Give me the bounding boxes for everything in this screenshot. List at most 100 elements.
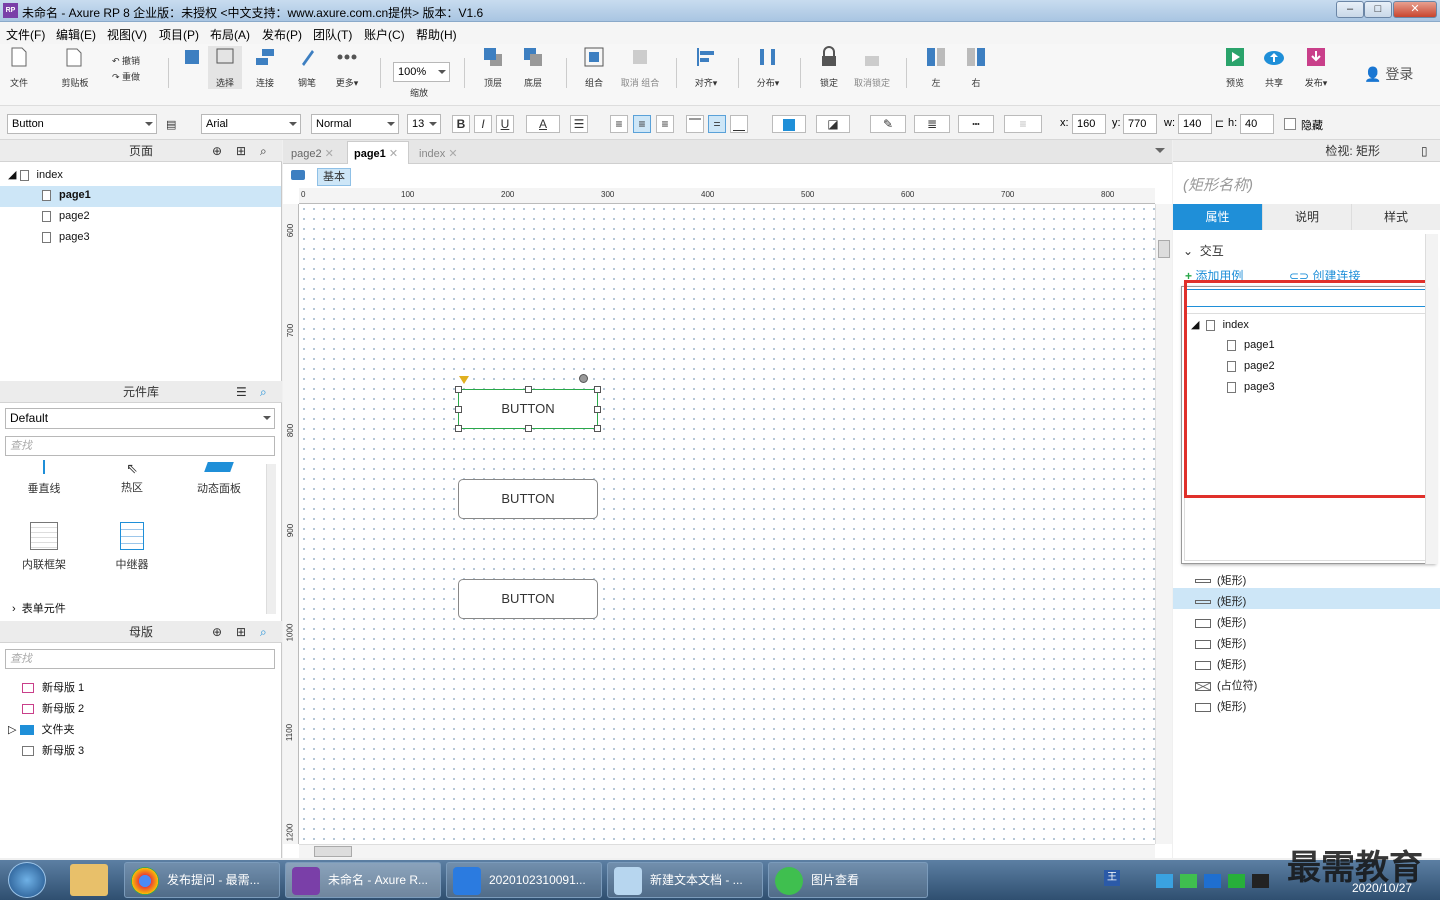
close-button[interactable]: ✕ — [1393, 1, 1437, 18]
widget-vertical-line[interactable]: 垂直线 — [22, 460, 66, 496]
resize-handle[interactable] — [525, 425, 532, 432]
pen-button[interactable]: 钢笔 — [294, 46, 320, 89]
menu-project[interactable]: 项目(P) — [159, 26, 199, 43]
line-width-button[interactable]: ≣ — [914, 115, 950, 133]
font-family-select[interactable]: Arial — [201, 114, 301, 134]
interaction-section[interactable]: ⌄ 交互 — [1183, 242, 1224, 259]
start-button[interactable] — [8, 862, 46, 898]
resize-handle[interactable] — [525, 386, 532, 393]
vertical-scrollbar[interactable] — [1155, 204, 1172, 844]
h-input[interactable]: 40 — [1240, 114, 1274, 134]
italic-button[interactable]: I — [474, 115, 492, 133]
minimize-button[interactable]: – — [1336, 1, 1364, 18]
layer-item[interactable]: (矩形) — [1195, 572, 1246, 588]
tab-index[interactable]: index ✕ — [413, 143, 471, 164]
menu-help[interactable]: 帮助(H) — [416, 26, 457, 43]
y-input[interactable]: 770 — [1123, 114, 1157, 134]
bring-to-front-button[interactable]: 顶层 — [480, 46, 506, 89]
underline-button[interactable]: U — [496, 115, 514, 133]
taskbar-item-axure[interactable]: 未命名 - Axure R... — [285, 862, 441, 898]
library-scrollbar[interactable] — [266, 464, 276, 614]
valign-middle-button[interactable]: = — [708, 115, 726, 133]
corner-radius-handle-icon[interactable] — [459, 376, 469, 384]
right-panel-button[interactable]: 右 — [964, 46, 988, 89]
shadow-button[interactable]: ◪ — [816, 115, 850, 133]
ungroup-button[interactable]: 取消 组合 — [618, 46, 662, 89]
select-mode-button[interactable]: 选择 — [208, 46, 242, 89]
search-icon[interactable]: ⌕ — [260, 621, 267, 643]
rotate-handle-icon[interactable] — [579, 374, 588, 383]
button-widget[interactable]: BUTTON — [458, 579, 598, 619]
font-color-button[interactable]: A — [526, 115, 560, 133]
maximize-button[interactable]: □ — [1364, 1, 1392, 18]
search-icon[interactable]: ⌕ — [260, 140, 267, 162]
left-panel-button[interactable]: 左 — [924, 46, 948, 89]
master-folder[interactable]: ▷ 文件夹 — [8, 721, 75, 737]
file-button[interactable]: 文件 — [6, 46, 32, 89]
shape-name-input[interactable]: (矩形名称) — [1183, 174, 1253, 195]
share-button[interactable]: 共享 — [1260, 46, 1288, 89]
publish-button[interactable]: 发布▾ — [1300, 46, 1332, 89]
align-center-button[interactable]: ≡ — [633, 115, 651, 133]
bold-button[interactable]: B — [452, 115, 470, 133]
master-item[interactable]: 新母版 2 — [22, 700, 84, 716]
x-input[interactable]: 160 — [1072, 114, 1106, 134]
line-color-button[interactable]: ✎ — [870, 115, 906, 133]
menu-view[interactable]: 视图(V) — [107, 26, 147, 43]
tray-icons[interactable] — [1156, 874, 1276, 888]
preview-button[interactable]: 预览 — [1222, 46, 1248, 89]
widget-inline-frame[interactable]: 内联框架 — [20, 522, 68, 572]
design-canvas[interactable]: 基本 0 100 200 300 400 500 600 700 800 600… — [283, 164, 1172, 858]
valign-bottom-button[interactable]: ⎽ — [730, 115, 748, 133]
add-master-icon[interactable]: ⊕ — [212, 621, 222, 643]
tab-properties[interactable]: 属性 — [1173, 204, 1262, 230]
menu-publish[interactable]: 发布(P) — [262, 26, 302, 43]
arrow-style-button[interactable]: ≡ — [1004, 115, 1042, 133]
close-icon[interactable]: ✕ — [325, 148, 334, 160]
tab-page2[interactable]: page2 ✕ — [285, 143, 345, 164]
master-item[interactable]: 新母版 1 — [22, 679, 84, 695]
add-folder-icon[interactable]: ⊞ — [236, 140, 246, 162]
adaptive-view-base[interactable]: 基本 — [317, 168, 351, 186]
taskbar-item-chrome[interactable]: 发布提问 - 最需... — [124, 862, 280, 898]
layer-item[interactable]: (占位符) — [1195, 677, 1257, 693]
style-editor-icon[interactable]: ▤ — [166, 118, 176, 131]
unlock-button[interactable]: 取消锁定 — [852, 46, 892, 89]
font-weight-select[interactable]: Normal — [311, 114, 399, 134]
redo-button[interactable]: ↷ 重做 — [112, 70, 140, 83]
line-pattern-button[interactable]: ┅ — [958, 115, 994, 133]
tab-list-dropdown-icon[interactable] — [1155, 148, 1165, 153]
resize-handle[interactable] — [594, 406, 601, 413]
layer-item-selected[interactable]: (矩形) — [1195, 593, 1246, 609]
align-button[interactable]: 对齐▾ — [690, 46, 722, 89]
menu-icon[interactable]: ☰ — [236, 381, 247, 403]
layer-item[interactable]: (矩形) — [1195, 635, 1246, 651]
align-left-button[interactable]: ≡ — [610, 115, 628, 133]
tab-page1[interactable]: page1 ✕ — [347, 141, 409, 164]
distribute-button[interactable]: 分布▾ — [752, 46, 784, 89]
resize-handle[interactable] — [594, 425, 601, 432]
layer-item[interactable]: (矩形) — [1195, 614, 1246, 630]
master-item[interactable]: 新母版 3 — [22, 742, 84, 758]
login-button[interactable]: 👤 登录 — [1364, 64, 1413, 84]
menu-account[interactable]: 账户(C) — [364, 26, 405, 43]
resize-handle[interactable] — [455, 425, 462, 432]
taskbar-item-notepad[interactable]: 新建文本文档 - ... — [607, 862, 763, 898]
add-folder-icon[interactable]: ⊞ — [236, 621, 246, 643]
widget-style-select[interactable]: Button — [7, 114, 157, 134]
add-page-icon[interactable]: ⊕ — [212, 140, 222, 162]
menu-layout[interactable]: 布局(A) — [210, 26, 250, 43]
taskbar-item-word[interactable]: 2020102310091... — [446, 862, 602, 898]
widget-hotspot[interactable]: ⇖ 热区 — [110, 460, 154, 495]
resize-handle[interactable] — [455, 386, 462, 393]
tab-notes[interactable]: 说明 — [1262, 204, 1351, 230]
page-item-page2[interactable]: page2 — [42, 210, 90, 222]
send-to-back-button[interactable]: 底层 — [520, 46, 546, 89]
bullet-list-button[interactable]: ☰ — [570, 115, 588, 133]
close-icon[interactable]: ✕ — [448, 148, 457, 160]
resize-handle[interactable] — [594, 386, 601, 393]
taskbar-item-photos[interactable]: 图片查看 — [768, 862, 928, 898]
w-input[interactable]: 140 — [1178, 114, 1212, 134]
font-size-select[interactable]: 13 — [407, 114, 441, 134]
scrollbar-thumb[interactable] — [1158, 240, 1170, 258]
